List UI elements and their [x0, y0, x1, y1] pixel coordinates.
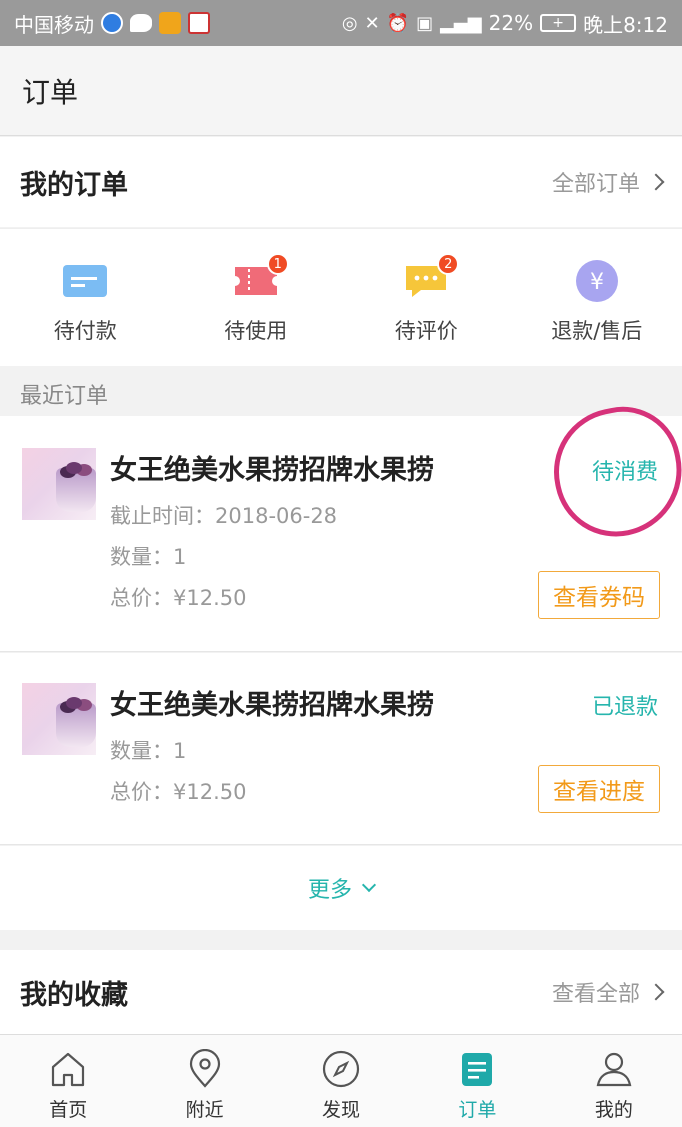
- tab-label: 首页: [49, 1099, 88, 1121]
- svg-text:¥: ¥: [590, 270, 604, 295]
- status-label: 待评价: [394, 319, 458, 343]
- app-header: 订单: [0, 46, 682, 136]
- status-pending-payment[interactable]: 待付款: [0, 229, 171, 366]
- order-deadline: 截止时间：2018-06-28: [110, 504, 338, 528]
- recent-orders-label: 最近订单: [20, 384, 109, 409]
- favorites-header: 我的收藏 查看全部: [0, 950, 682, 1034]
- ticket-icon: 1: [233, 253, 289, 301]
- order-total: 总价：¥12.50: [110, 780, 247, 804]
- home-icon: [52, 1052, 85, 1087]
- tab-label: 发现: [322, 1099, 361, 1121]
- chevron-right-icon: [647, 173, 665, 191]
- location-pin-icon: [189, 1049, 220, 1088]
- status-label: 退款/售后: [551, 319, 643, 343]
- compass-icon: [322, 1050, 360, 1088]
- nfc-icon: ◎: [341, 12, 358, 34]
- more-label: 更多: [307, 878, 352, 903]
- order-title: 女王绝美水果捞招牌水果捞: [110, 690, 434, 721]
- chevron-down-icon: [361, 877, 377, 893]
- status-bar: 中国移动 ◎ ✕ ⏰ ▣ ▂▄▆ 22% + 晚上8:12: [0, 0, 682, 46]
- all-orders-link[interactable]: 全部订单: [551, 166, 665, 198]
- status-to-use[interactable]: 1 待使用: [171, 229, 342, 366]
- hd-icon: ▣: [416, 12, 434, 34]
- status-to-review[interactable]: 2 待评价: [341, 229, 512, 366]
- order-title: 女王绝美水果捞招牌水果捞: [110, 455, 434, 486]
- battery-icon: +: [540, 14, 577, 32]
- tab-mine[interactable]: 我的: [546, 1035, 682, 1127]
- view-coupon-button[interactable]: 查看券码: [538, 571, 660, 619]
- tab-nearby[interactable]: 附近: [136, 1035, 272, 1127]
- my-orders-title: 我的订单: [20, 169, 128, 201]
- order-quantity: 数量：1: [110, 545, 187, 569]
- chat-icon: 2: [403, 253, 460, 301]
- carrier-label: 中国移动: [14, 12, 94, 37]
- tab-label: 附近: [185, 1099, 224, 1121]
- order-quantity: 数量：1: [110, 739, 187, 763]
- order-total: 总价：¥12.50: [110, 586, 247, 610]
- video-app-icon: [188, 12, 210, 34]
- all-orders-label: 全部订单: [551, 172, 640, 197]
- bottom-tab-bar: 首页 附近 发现 订单 我的: [0, 1034, 682, 1127]
- badge-count: 2: [437, 253, 460, 275]
- badge-count: 1: [266, 253, 289, 275]
- view-all-favorites-link[interactable]: 查看全部: [551, 976, 665, 1008]
- view-progress-button[interactable]: 查看进度: [538, 765, 660, 813]
- order-list-icon: [462, 1053, 493, 1086]
- status-refund[interactable]: ¥ 退款/售后: [512, 229, 682, 366]
- tab-orders[interactable]: 订单: [409, 1035, 545, 1127]
- product-thumbnail: [22, 683, 96, 755]
- signal-icon: ▂▄▆: [440, 12, 482, 34]
- order-status-row: 待付款 1 待使用 2 待评价 ¥ 退款/售后: [0, 228, 682, 366]
- tab-home[interactable]: 首页: [0, 1035, 136, 1127]
- card-icon: [62, 261, 108, 301]
- tab-label: 我的: [594, 1099, 633, 1121]
- product-thumbnail: [22, 448, 96, 520]
- order-state: 已退款: [591, 695, 658, 720]
- status-label: 待使用: [224, 319, 288, 343]
- page-title: 订单: [22, 75, 79, 109]
- more-button[interactable]: 更多: [0, 846, 682, 930]
- user-icon: [596, 1052, 632, 1087]
- mute-icon: ✕: [364, 12, 380, 34]
- tab-discover[interactable]: 发现: [273, 1035, 409, 1127]
- browser-app-icon: [101, 12, 123, 34]
- tab-label: 订单: [458, 1099, 497, 1121]
- order-card[interactable]: 女王绝美水果捞招牌水果捞 已退款 数量：1 总价：¥12.50 查看进度: [0, 653, 682, 845]
- message-app-icon: [130, 14, 152, 32]
- status-label: 待付款: [53, 319, 117, 343]
- view-all-label: 查看全部: [551, 982, 640, 1007]
- chevron-right-icon: [647, 983, 665, 1001]
- yen-icon: ¥: [574, 260, 620, 302]
- my-orders-header: 我的订单 全部订单: [0, 137, 682, 227]
- clock: 晚上8:12: [583, 12, 668, 37]
- favorites-title: 我的收藏: [20, 979, 128, 1011]
- alarm-icon: ⏰: [386, 12, 410, 34]
- weibo-app-icon: [159, 12, 181, 34]
- battery-percent: 22%: [488, 11, 534, 35]
